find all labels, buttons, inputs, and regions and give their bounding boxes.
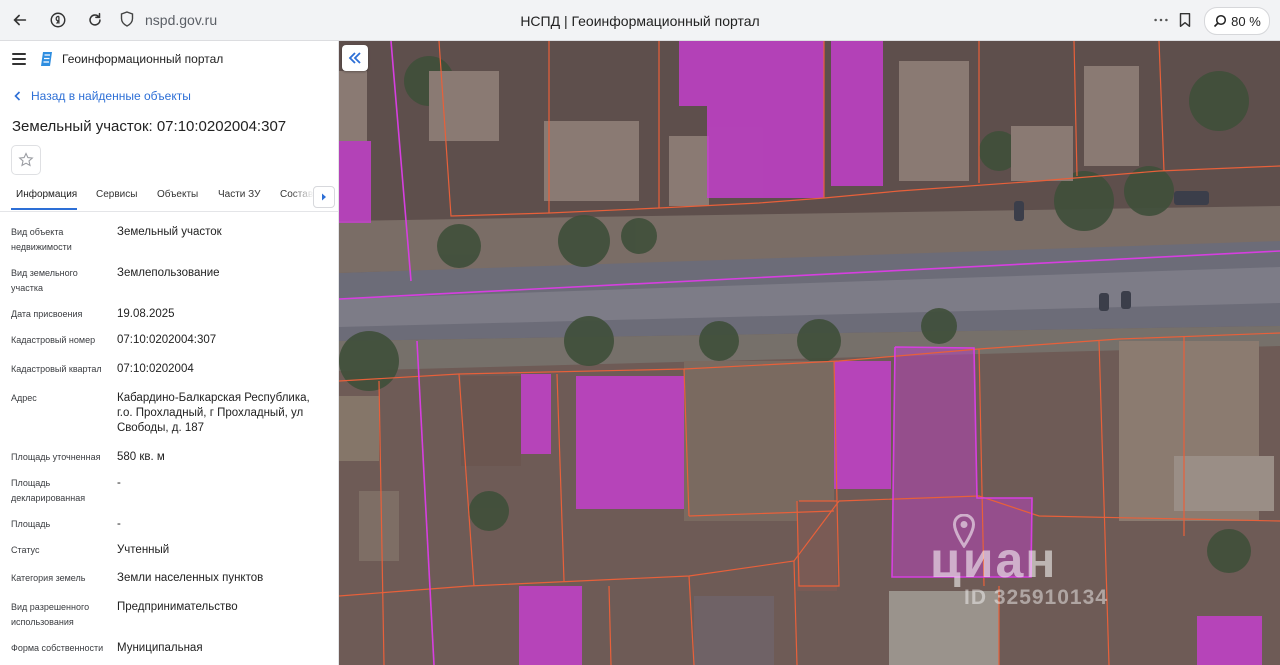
caret-right-icon: [322, 193, 326, 201]
prop-value: -: [117, 477, 121, 489]
prop-value: Кабардино-Балкарская Республика, г.о. Пр…: [117, 392, 310, 434]
back-arrow-icon[interactable]: [8, 8, 32, 32]
watermark-id: ID 325910134: [964, 586, 1108, 609]
tabs-scroll-right-button[interactable]: [313, 186, 335, 208]
browser-toolbar: nspd.gov.ru НСПД | Геоинформационный пор…: [0, 0, 1280, 41]
reload-icon[interactable]: [83, 8, 107, 32]
prop-value: Земельный участок: [117, 226, 222, 238]
prop-label: Площадь декларированная: [11, 478, 86, 503]
magnifier-icon: [1214, 14, 1227, 28]
menu-icon[interactable]: [12, 53, 26, 65]
prop-label: Вид объекта недвижимости: [11, 227, 72, 252]
prop-label: Дата присвоения: [11, 309, 83, 319]
tab-fade: [290, 181, 314, 209]
tab-objects[interactable]: Объекты: [157, 189, 198, 200]
prop-label: Адрес: [11, 393, 37, 403]
back-link-label: Назад в найденные объекты: [31, 89, 191, 103]
prop-value: 19.08.2025: [117, 308, 175, 320]
shield-icon[interactable]: [120, 11, 134, 32]
prop-label: Вид земельного участка: [11, 268, 78, 293]
portal-name: Геоинформационный портал: [62, 52, 224, 66]
prop-label: Вид разрешенного использования: [11, 602, 90, 627]
prop-value: Муниципальная: [117, 642, 203, 654]
url-text[interactable]: nspd.gov.ru: [145, 12, 217, 28]
zoom-control[interactable]: 80 %: [1204, 7, 1270, 35]
watermark-logo: циан: [930, 532, 1058, 588]
star-icon: [18, 152, 34, 167]
collapse-panel-button[interactable]: [342, 45, 368, 71]
satellite-map[interactable]: циан ID 325910134: [339, 41, 1280, 665]
prop-value: -: [117, 518, 121, 530]
yandex-icon[interactable]: [46, 8, 70, 32]
object-info-panel: Геоинформационный портал Назад в найденн…: [0, 41, 339, 665]
more-icon[interactable]: [1149, 8, 1173, 32]
prop-label: Площадь уточненная: [11, 452, 101, 462]
favorite-button[interactable]: [11, 145, 41, 175]
location-pin-icon: [953, 514, 975, 548]
back-to-results-link[interactable]: Назад в найденные объекты: [14, 89, 191, 103]
tab-services[interactable]: Сервисы: [96, 189, 137, 200]
zoom-level: 80 %: [1231, 13, 1261, 29]
prop-value: Учтенный: [117, 544, 170, 556]
prop-value: 07:10:0202004:307: [117, 334, 217, 346]
prop-label: Площадь: [11, 519, 51, 529]
prop-label: Статус: [11, 545, 40, 555]
map-canvas[interactable]: [339, 41, 1280, 665]
page-title: Земельный участок: 07:10:0202004:307: [12, 118, 287, 135]
prop-label: Кадастровый номер: [11, 335, 96, 345]
prop-label: Категория земель: [11, 573, 86, 583]
bookmark-icon[interactable]: [1173, 8, 1197, 32]
portal-logo-icon: [40, 51, 54, 67]
chevron-left-icon: [14, 91, 21, 101]
tab-bar: Информация Сервисы Объекты Части ЗУ Сост…: [0, 181, 338, 212]
prop-value: Земли населенных пунктов: [117, 572, 264, 584]
prop-label: Форма собственности: [11, 643, 104, 653]
double-chevron-left-icon: [348, 52, 361, 64]
prop-value: 07:10:0202004: [117, 363, 194, 375]
prop-value: Предпринимательство: [117, 601, 238, 613]
prop-value: 580 кв. м: [117, 451, 165, 463]
prop-label: Кадастровый квартал: [11, 364, 102, 374]
tab-info[interactable]: Информация: [16, 189, 77, 200]
prop-value: Землепользование: [117, 267, 220, 279]
tab-parts[interactable]: Части ЗУ: [218, 189, 260, 200]
active-tab-indicator: [11, 208, 77, 210]
